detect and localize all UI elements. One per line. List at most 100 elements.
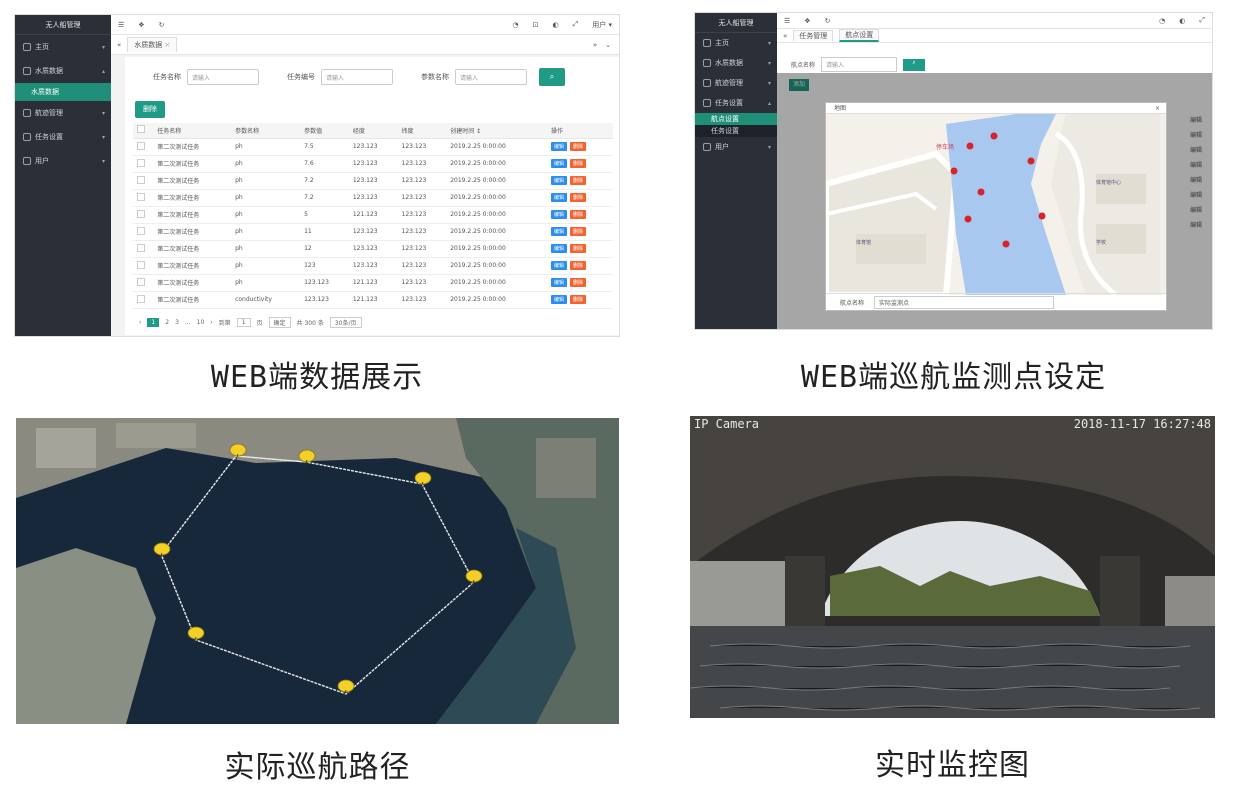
edit-button[interactable]: 编辑	[550, 295, 567, 304]
delete-row-button[interactable]: 删除	[569, 210, 586, 219]
map-view[interactable]: 停车场 体育馆中心 体育馆 学校	[826, 114, 1162, 295]
waypoint-marker[interactable]	[977, 188, 985, 196]
sidebar-item-water-quality[interactable]: 水质数据 ▴	[15, 59, 111, 83]
sidebar-subitem-water-quality[interactable]: 水质数据	[15, 83, 111, 101]
row-checkbox-cell[interactable]	[133, 223, 154, 241]
page-button[interactable]: 3	[175, 319, 179, 326]
checkbox[interactable]	[137, 175, 145, 184]
checkbox[interactable]	[137, 243, 145, 252]
edit-button[interactable]: 编辑	[550, 244, 567, 253]
waypoint-name-field[interactable]: 实际监测点	[874, 295, 1055, 309]
edit-button[interactable]: 编辑	[550, 193, 567, 202]
edit-button[interactable]: 编辑	[550, 261, 567, 270]
row-checkbox-cell[interactable]	[133, 172, 154, 190]
delete-row-button[interactable]: 删除	[569, 142, 586, 151]
palette-icon[interactable]: ❖	[138, 21, 144, 29]
lock-icon[interactable]: ⊡	[533, 21, 539, 29]
row-checkbox-cell[interactable]	[133, 274, 154, 292]
theme-icon[interactable]: ◐	[1179, 17, 1185, 25]
page-button[interactable]: 10	[197, 319, 205, 326]
sidebar-item-task[interactable]: 任务设置 ▾	[15, 125, 111, 149]
sidebar-item-user[interactable]: 用户 ▾	[695, 137, 777, 157]
waypoint-marker[interactable]	[1027, 157, 1035, 165]
notification-icon[interactable]: ◔	[1159, 17, 1165, 25]
row-checkbox-cell[interactable]	[133, 189, 154, 207]
delete-row-button[interactable]: 删除	[569, 159, 586, 168]
sidebar-subitem-waypoint[interactable]: 航点设置	[695, 113, 777, 125]
search-button[interactable]: ⌕	[539, 68, 565, 86]
tab-task-management[interactable]: 任务管理	[793, 30, 834, 41]
delete-row-button[interactable]: 删除	[569, 278, 586, 287]
page-button-current[interactable]: 1	[147, 318, 160, 327]
close-icon[interactable]: ×	[165, 41, 171, 49]
checkbox[interactable]	[137, 260, 145, 269]
sidebar-item-home[interactable]: 主页 ▾	[15, 35, 111, 59]
delete-row-button[interactable]: 删除	[569, 176, 586, 185]
sidebar-item-home[interactable]: 主页 ▾	[695, 33, 777, 53]
refresh-icon[interactable]: ↻	[825, 17, 831, 25]
row-checkbox-cell[interactable]	[133, 206, 154, 224]
double-chevron-left-icon[interactable]: «	[783, 32, 787, 40]
confirm-button[interactable]: 确定	[268, 317, 291, 328]
waypoint-marker[interactable]	[990, 132, 998, 140]
checkbox[interactable]	[137, 158, 145, 167]
checkbox[interactable]	[137, 141, 145, 150]
edit-button[interactable]: 编辑	[550, 159, 567, 168]
sidebar-subitem-task[interactable]: 任务设置	[695, 125, 777, 137]
chevron-down-icon[interactable]: ⌄	[605, 41, 611, 49]
task-name-input[interactable]: 请输入	[187, 69, 259, 85]
row-checkbox-cell[interactable]	[133, 240, 154, 258]
sidebar-item-task[interactable]: 任务设置 ▴	[695, 93, 777, 113]
task-number-input[interactable]: 请输入	[321, 69, 393, 85]
theme-icon[interactable]: ◐	[553, 21, 559, 29]
checkbox[interactable]	[137, 294, 145, 303]
fullscreen-icon[interactable]: ⤢	[1199, 16, 1205, 25]
dialog-scrollbar[interactable]	[1160, 114, 1166, 293]
edit-button[interactable]: 编辑	[550, 176, 567, 185]
waypoint-marker[interactable]	[1038, 212, 1046, 220]
notification-icon[interactable]: ◔	[513, 21, 519, 29]
user-menu[interactable]: 用户 ▾	[592, 20, 612, 30]
row-checkbox-cell[interactable]	[133, 257, 154, 275]
delete-button[interactable]: 删除	[135, 101, 165, 118]
delete-row-button[interactable]: 删除	[569, 261, 586, 270]
select-all-checkbox-cell[interactable]	[133, 123, 154, 139]
sidebar-item-track[interactable]: 航迹管理 ▾	[15, 101, 111, 125]
sidebar-item-water-quality[interactable]: 水质数据 ▾	[695, 53, 777, 73]
page-jump-input[interactable]: 1	[236, 318, 251, 327]
page-size-select[interactable]: 30条/页	[329, 317, 362, 328]
fullscreen-icon[interactable]: ⤢	[573, 20, 579, 29]
delete-row-button[interactable]: 删除	[569, 244, 586, 253]
edit-button[interactable]: 编辑	[550, 210, 567, 219]
waypoint-marker[interactable]	[966, 142, 974, 150]
palette-icon[interactable]: ❖	[804, 17, 810, 25]
checkbox[interactable]	[137, 277, 145, 286]
delete-row-button[interactable]: 删除	[569, 295, 586, 304]
menu-icon[interactable]: ☰	[118, 21, 124, 29]
sidebar-item-track[interactable]: 航迹管理 ▾	[695, 73, 777, 93]
delete-row-button[interactable]: 删除	[569, 193, 586, 202]
delete-row-button[interactable]: 删除	[569, 227, 586, 236]
sidebar-item-user[interactable]: 用户 ▾	[15, 149, 111, 173]
tab-waypoint[interactable]: 航点设置	[839, 29, 880, 42]
checkbox[interactable]	[137, 209, 145, 218]
search-button[interactable]: ⌕	[903, 58, 926, 71]
prev-page-button[interactable]: ‹	[139, 319, 141, 326]
edit-button[interactable]: 编辑	[550, 142, 567, 151]
double-chevron-left-icon[interactable]: «	[117, 41, 121, 49]
waypoint-marker[interactable]	[964, 215, 972, 223]
checkbox[interactable]	[137, 226, 145, 235]
waypoint-name-input[interactable]: 请输入	[821, 57, 898, 72]
double-chevron-right-icon[interactable]: »	[593, 41, 597, 49]
waypoint-marker[interactable]	[1002, 240, 1010, 248]
row-checkbox-cell[interactable]	[133, 138, 154, 156]
edit-button[interactable]: 编辑	[550, 227, 567, 236]
page-button[interactable]: 2	[165, 319, 169, 326]
param-name-input[interactable]: 请输入	[455, 69, 527, 85]
waypoint-marker[interactable]	[950, 167, 958, 175]
checkbox[interactable]	[137, 192, 145, 201]
row-checkbox-cell[interactable]	[133, 291, 154, 309]
menu-icon[interactable]: ☰	[784, 17, 790, 25]
checkbox[interactable]	[137, 125, 145, 134]
close-icon[interactable]: ×	[1155, 103, 1160, 114]
